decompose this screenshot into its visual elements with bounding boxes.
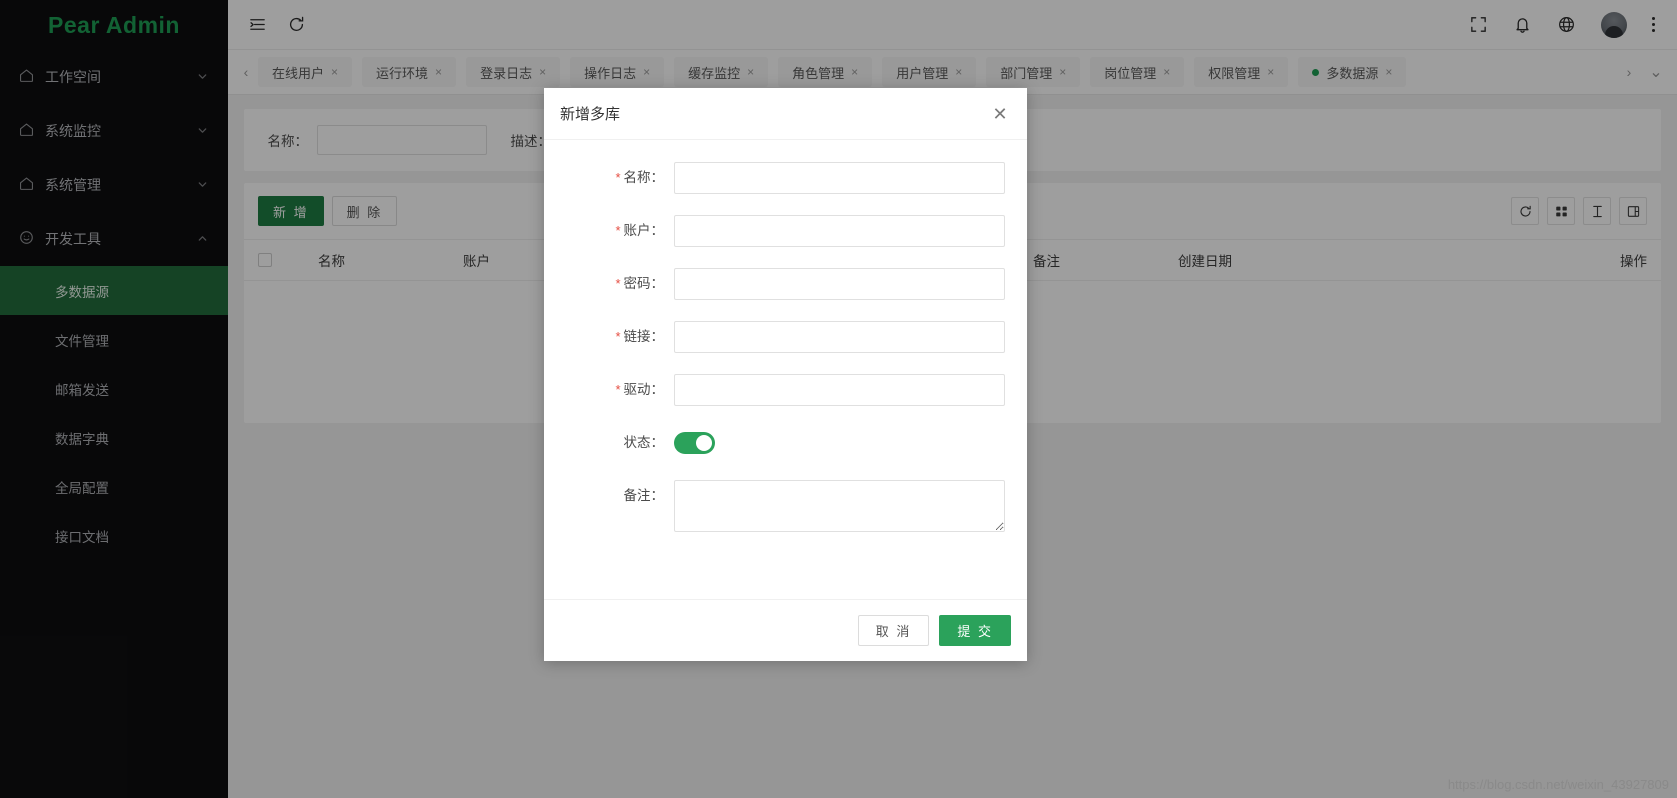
form-label-text: 驱动： <box>623 382 665 397</box>
form-control <box>674 374 1005 406</box>
form-row: 备注： <box>566 480 1005 537</box>
form-control <box>674 427 1005 454</box>
required-asterisk-icon: * <box>615 223 621 238</box>
form-label: 状态： <box>566 427 674 459</box>
form-control <box>674 321 1005 353</box>
dialog-footer: 取 消 提 交 <box>544 599 1027 661</box>
form-label: 备注： <box>566 480 674 512</box>
required-asterisk-icon: * <box>615 276 621 291</box>
form-label-text: 账户： <box>623 223 665 238</box>
required-asterisk-icon: * <box>615 329 621 344</box>
app-root: Pear Admin 工作空间 系统监控 系统管理 开发工具 多数据源 文件管理 邮箱发送数… <box>0 0 1677 798</box>
form-label-text: 备注： <box>623 488 665 503</box>
form-label: * 密码： <box>566 268 674 300</box>
form-input-2[interactable] <box>674 215 1005 247</box>
add-datasource-dialog: 新增多库 ✕ * 名称： * 账户： * 密码： * 链接： * 驱动： 状态： 备注： 取 消 提 … <box>544 88 1027 661</box>
form-label: * 驱动： <box>566 374 674 406</box>
form-input-3[interactable] <box>674 268 1005 300</box>
form-input-5[interactable] <box>674 374 1005 406</box>
form-label-text: 密码： <box>623 276 665 291</box>
form-row: 状态： <box>566 427 1005 459</box>
form-label-text: 名称： <box>623 170 665 185</box>
form-label: * 链接： <box>566 321 674 353</box>
dialog-form: * 名称： * 账户： * 密码： * 链接： * 驱动： 状态： 备注： <box>544 140 1027 599</box>
form-control <box>674 268 1005 300</box>
remark-textarea[interactable] <box>674 480 1005 532</box>
form-control <box>674 215 1005 247</box>
submit-button[interactable]: 提 交 <box>939 615 1011 646</box>
form-row: * 密码： <box>566 268 1005 300</box>
form-label-text: 状态： <box>623 435 665 450</box>
form-label: * 名称： <box>566 162 674 194</box>
form-control <box>674 480 1005 537</box>
form-label: * 账户： <box>566 215 674 247</box>
form-row: * 账户： <box>566 215 1005 247</box>
form-row: * 名称： <box>566 162 1005 194</box>
form-row: * 链接： <box>566 321 1005 353</box>
form-row: * 驱动： <box>566 374 1005 406</box>
close-icon[interactable]: ✕ <box>989 103 1011 125</box>
required-asterisk-icon: * <box>615 170 621 185</box>
form-input-1[interactable] <box>674 162 1005 194</box>
cancel-button[interactable]: 取 消 <box>857 615 930 646</box>
dialog-title: 新增多库 <box>560 106 621 123</box>
dialog-header: 新增多库 ✕ <box>544 88 1027 140</box>
required-asterisk-icon: * <box>615 382 621 397</box>
status-toggle[interactable] <box>674 432 715 454</box>
form-label-text: 链接： <box>623 329 665 344</box>
watermark-text: https://blog.csdn.net/weixin_43927809 <box>1447 777 1669 792</box>
form-input-4[interactable] <box>674 321 1005 353</box>
form-control <box>674 162 1005 194</box>
